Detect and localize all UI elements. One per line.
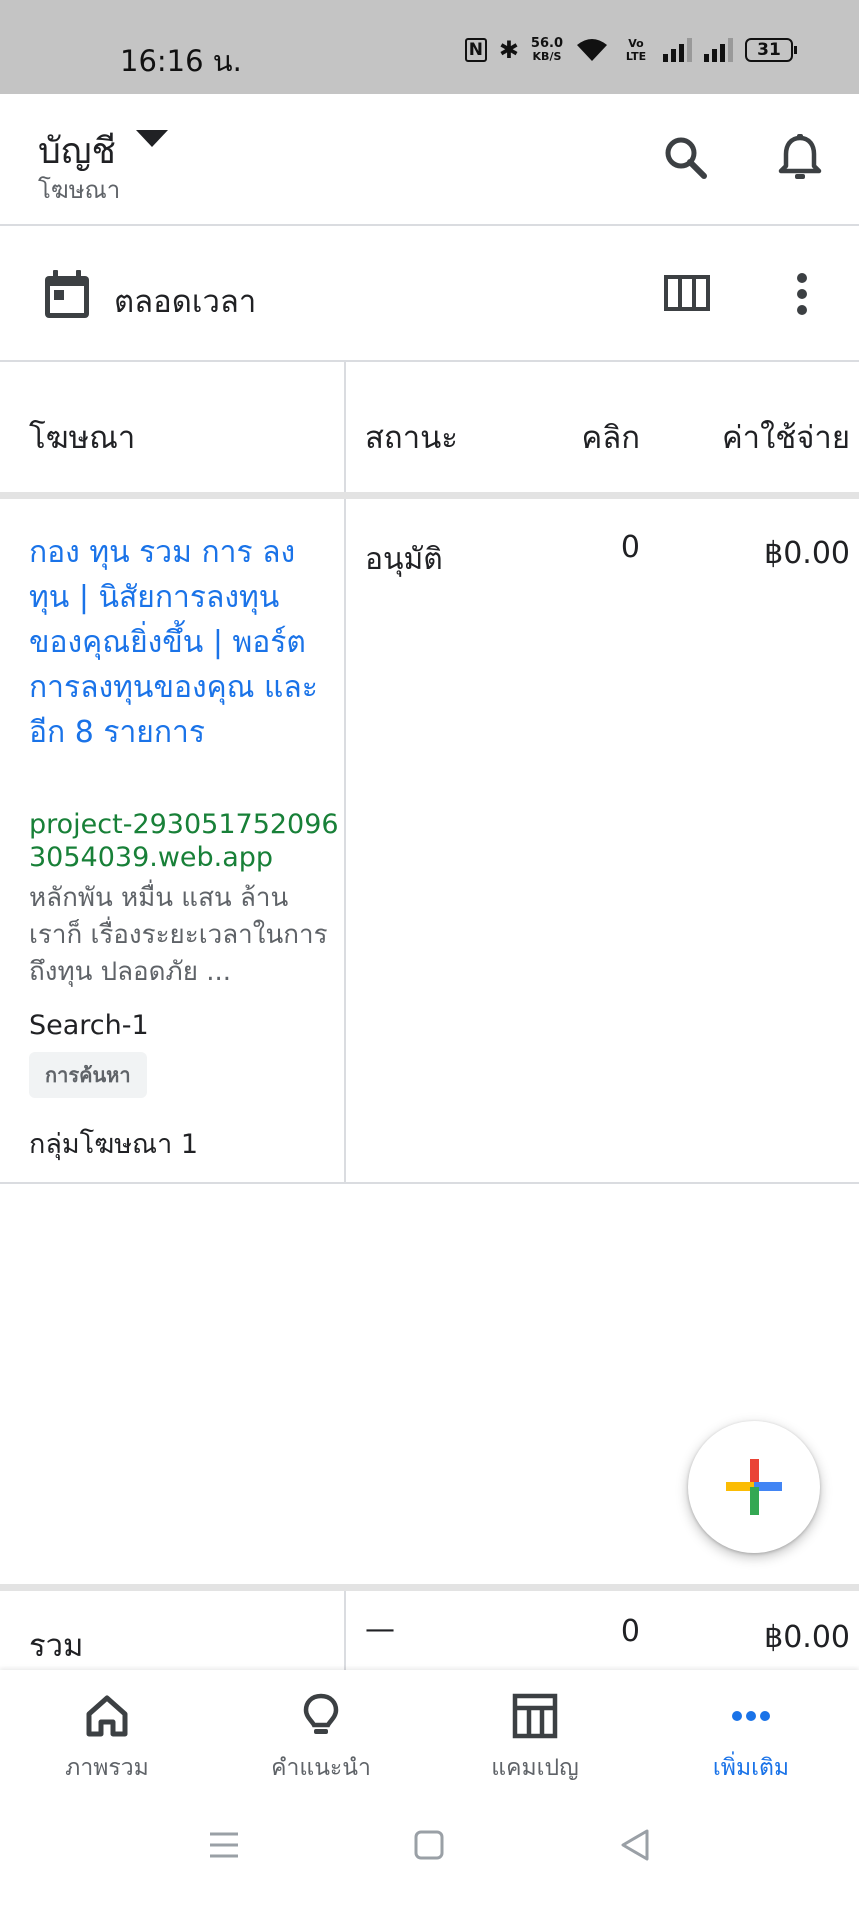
total-clicks: 0	[620, 1614, 640, 1649]
search-icon[interactable]	[658, 130, 714, 186]
battery-icon: 31	[745, 38, 797, 62]
net-speed: 56.0 KB/S	[531, 37, 563, 63]
caret-down-icon[interactable]	[136, 130, 168, 147]
nav-overview-label: ภาพรวม	[65, 1755, 149, 1781]
account-selector-subtitle: โฆษณา	[38, 176, 121, 204]
nfc-icon: N	[464, 38, 487, 62]
app-header: บัญชี โฆษณา	[0, 94, 859, 226]
column-divider	[344, 1591, 346, 1670]
net-speed-value: 56.0	[530, 36, 563, 51]
ad-description: หลักพัน หมื่น แสน ล้าน เราก็ เรื่องระยะเ…	[29, 883, 328, 987]
ad-campaign-name: Search-1	[29, 1010, 149, 1041]
columns-icon[interactable]	[664, 275, 710, 311]
campaign-type-chip: การค้นหา	[29, 1052, 147, 1098]
column-divider	[344, 499, 346, 1184]
more-vert-icon[interactable]	[792, 272, 812, 316]
status-time: 16:16 น.	[120, 44, 242, 78]
header-divider	[0, 492, 859, 499]
add-fab-button[interactable]	[688, 1421, 820, 1553]
date-toolbar: ตลอดเวลา	[0, 228, 859, 362]
bluetooth-icon: ✱	[498, 36, 519, 64]
nav-more[interactable]: เพิ่มเติม	[644, 1670, 858, 1808]
campaign-table-icon	[512, 1693, 558, 1739]
column-divider	[344, 362, 346, 492]
nav-recommendations-label: คำแนะนำ	[271, 1755, 371, 1781]
home-square-icon[interactable]	[414, 1830, 444, 1860]
ad-status: อนุมัติ	[365, 542, 443, 577]
column-header-clicks[interactable]: คลิก	[581, 412, 640, 462]
nav-more-label: เพิ่มเติม	[712, 1755, 790, 1781]
ad-clicks: 0	[620, 530, 640, 565]
wifi-icon	[577, 39, 607, 61]
status-icons: N ✱ 56.0 KB/S Vo LTE 31	[464, 36, 797, 64]
system-navigation	[0, 1808, 859, 1908]
ad-group-name: กลุ่มโฆษณา 1	[29, 1129, 199, 1160]
column-header-status[interactable]: สถานะ	[365, 412, 458, 462]
menu-icon[interactable]	[208, 1830, 240, 1860]
bottom-navigation: ภาพรวม คำแนะนำ แคมเปญ เพิ่มเติม	[0, 1670, 859, 1808]
date-range-label[interactable]: ตลอดเวลา	[114, 276, 256, 326]
home-icon	[86, 1695, 128, 1737]
total-status: —	[365, 1612, 395, 1647]
nav-campaigns[interactable]: แคมเปญ	[428, 1670, 642, 1808]
signal-2-icon	[704, 38, 733, 62]
total-divider	[0, 1584, 859, 1591]
column-header-ad[interactable]: โฆษณา	[29, 412, 135, 462]
notifications-icon[interactable]	[772, 130, 828, 186]
volte-badge: Vo LTE	[625, 37, 647, 63]
ad-display-url: project-2930517520963054039.web.app	[29, 809, 339, 873]
nav-campaigns-label: แคมเปญ	[491, 1755, 579, 1781]
lightbulb-icon	[303, 1693, 339, 1734]
row-divider	[0, 1182, 859, 1184]
total-cost: ฿0.00	[764, 1620, 850, 1655]
net-speed-unit: KB/S	[532, 50, 562, 63]
column-header-cost[interactable]: ค่าใช้จ่าย	[722, 412, 850, 462]
total-label: รวม	[29, 1628, 84, 1664]
nav-recommendations[interactable]: คำแนะนำ	[214, 1670, 428, 1808]
back-icon[interactable]	[620, 1828, 650, 1862]
ad-cost: ฿0.00	[764, 536, 850, 571]
calendar-icon[interactable]	[42, 268, 92, 320]
signal-1-icon	[663, 38, 692, 62]
ad-headline-link[interactable]: กอง ทุน รวม การ ลง ทุน | นิสัยการลงทุนขอ…	[29, 530, 329, 755]
more-horiz-icon	[732, 1711, 770, 1721]
nav-overview[interactable]: ภาพรวม	[0, 1670, 214, 1808]
status-bar: 16:16 น. N ✱ 56.0 KB/S Vo LTE 31	[0, 0, 859, 94]
plus-icon	[726, 1459, 782, 1515]
